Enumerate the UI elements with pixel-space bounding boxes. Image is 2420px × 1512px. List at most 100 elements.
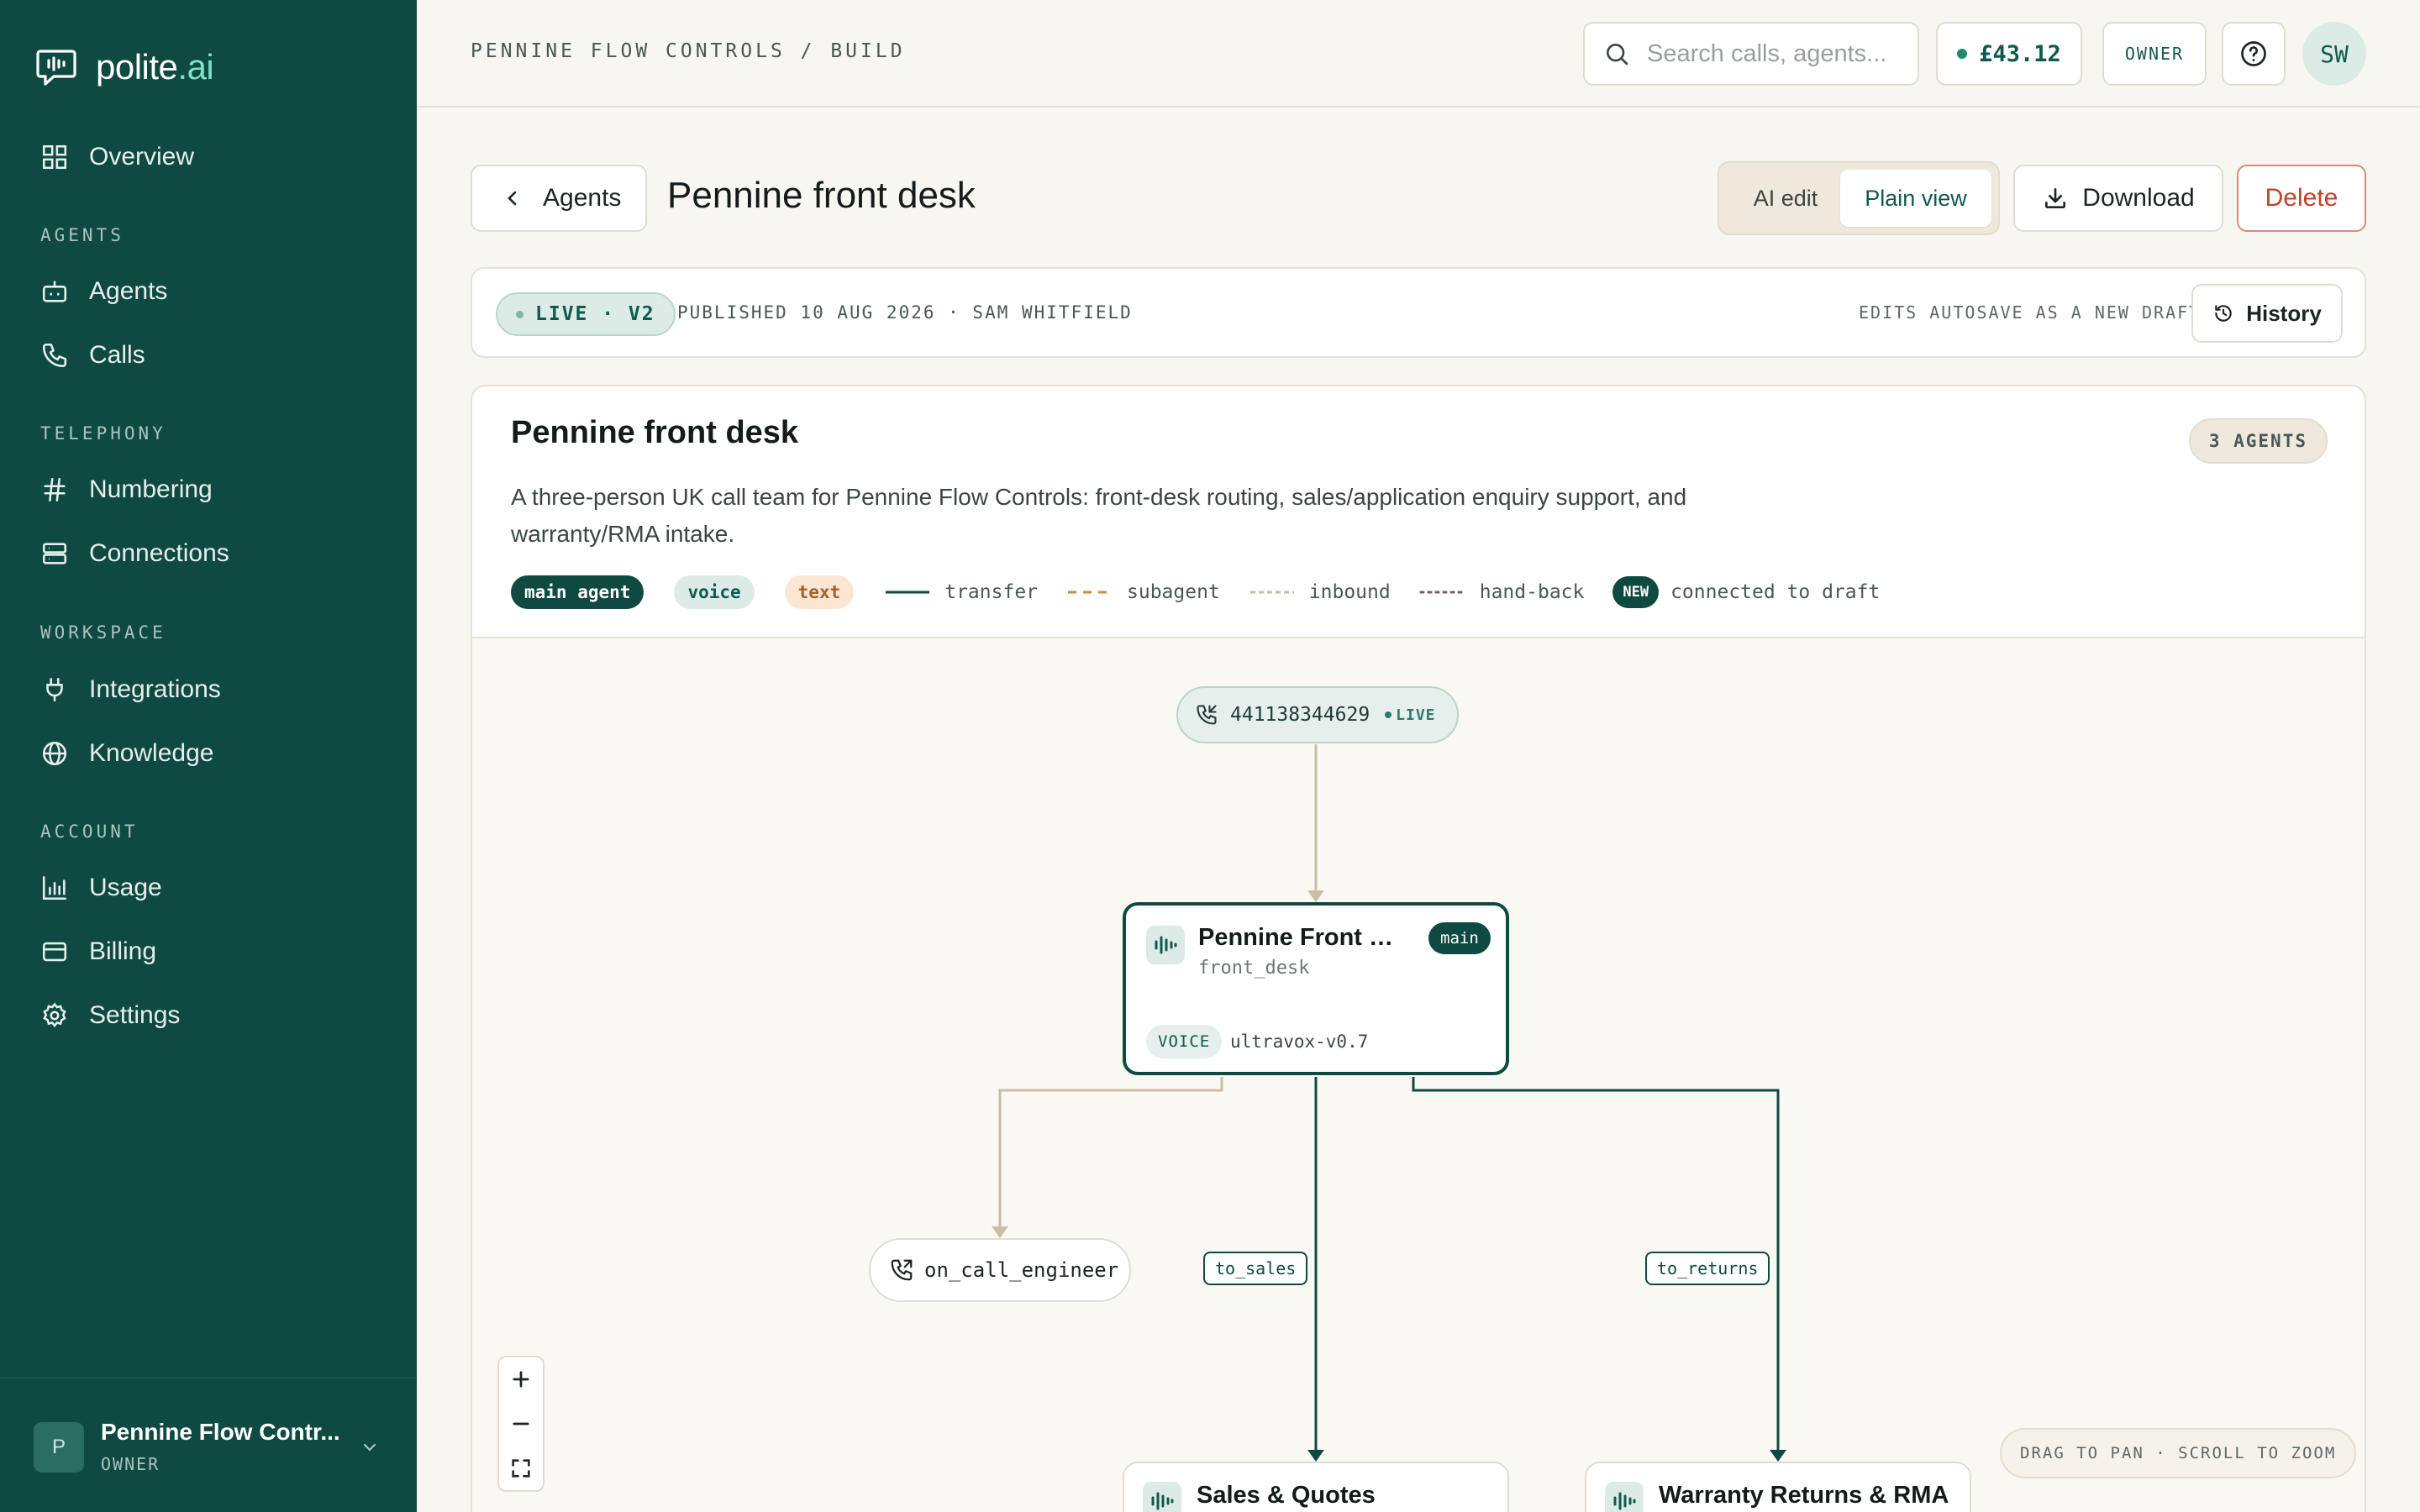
legend-hand-back: hand-back bbox=[1419, 581, 1584, 603]
delete-button[interactable]: Delete bbox=[2237, 165, 2366, 232]
canvas-hint: DRAG TO PAN · SCROLL TO ZOOM bbox=[2000, 1428, 2357, 1478]
fullscreen-icon bbox=[512, 1459, 530, 1478]
download-button[interactable]: Download bbox=[2013, 165, 2223, 232]
download-icon bbox=[2045, 188, 2066, 208]
legend-text: text bbox=[784, 575, 855, 609]
team-title: Pennine front desk bbox=[511, 415, 799, 450]
sidebar-item-connections[interactable]: Connections bbox=[20, 526, 397, 581]
phone-number: 441138344629 bbox=[1230, 704, 1370, 726]
live-version-label: LIVE · V2 bbox=[535, 303, 655, 325]
section-heading-workspace: WORKSPACE bbox=[40, 622, 166, 643]
status-dot bbox=[516, 310, 523, 318]
edge-label-to-returns[interactable]: to_returns bbox=[1645, 1252, 1770, 1285]
sidebar-item-integrations[interactable]: Integrations bbox=[20, 662, 397, 717]
phone-number-node[interactable]: 441138344629 LIVE bbox=[1176, 686, 1459, 743]
graph-edges bbox=[992, 744, 1786, 1462]
robot-icon bbox=[42, 281, 67, 302]
fit-view-button[interactable] bbox=[499, 1446, 543, 1490]
help-circle-icon bbox=[2241, 41, 2266, 66]
plug-icon bbox=[46, 677, 63, 702]
bar-chart-icon bbox=[42, 875, 67, 900]
back-button-label: Agents bbox=[543, 184, 622, 212]
org-switcher[interactable]: P Pennine Flow Contr... OWNER bbox=[0, 1378, 417, 1512]
edge-arrow bbox=[1307, 1450, 1324, 1462]
minus-icon bbox=[513, 1422, 529, 1425]
zoom-out-button[interactable] bbox=[499, 1402, 543, 1446]
grid-icon bbox=[42, 144, 67, 170]
phone-outgoing-icon bbox=[891, 1259, 913, 1281]
graph-legend: main agent voice text transfer subagent … bbox=[511, 575, 1880, 610]
top-bar: PENNINE FLOW CONTROLS / BUILD £43.12 OWN… bbox=[417, 0, 2420, 108]
section-heading-agents: AGENTS bbox=[40, 225, 124, 245]
main-agent-node[interactable]: Pennine Front De... front_desk main VOIC… bbox=[1123, 902, 1509, 1075]
published-info: PUBLISHED 10 AUG 2026 · SAM WHITFIELD bbox=[677, 302, 1133, 323]
legend-subagent: subagent bbox=[1066, 581, 1220, 603]
section-heading-telephony: TELEPHONY bbox=[40, 423, 166, 444]
ai-edit-tab[interactable]: AI edit bbox=[1731, 170, 1840, 227]
agent-slug: front_desk bbox=[1198, 958, 1310, 979]
sidebar-item-overview[interactable]: Overview bbox=[20, 129, 397, 185]
edge-arrow bbox=[1770, 1450, 1786, 1462]
agent-name: Pennine Front De... bbox=[1198, 924, 1408, 951]
phone-live-status: LIVE bbox=[1385, 706, 1435, 724]
sidebar-item-knowledge[interactable]: Knowledge bbox=[20, 726, 397, 781]
sidebar-item-label: Numbering bbox=[89, 475, 213, 503]
escalation-node[interactable]: on_call_engineer bbox=[869, 1238, 1131, 1302]
agent-graph-canvas[interactable]: 441138344629 LIVE Pennine Front De... fr… bbox=[472, 637, 2365, 1512]
balance-value: £43.12 bbox=[1979, 40, 2061, 67]
sidebar-item-label: Billing bbox=[89, 937, 157, 965]
dashed-line-icon bbox=[1249, 591, 1294, 594]
agent-name: Sales & Quotes bbox=[1197, 1482, 1376, 1509]
brand-name: polite.ai bbox=[96, 47, 214, 87]
version-status-bar: LIVE · V2 PUBLISHED 10 AUG 2026 · SAM WH… bbox=[471, 267, 2366, 358]
legend-inbound: inbound bbox=[1249, 581, 1391, 603]
gear-icon bbox=[43, 1002, 66, 1028]
live-version-badge: LIVE · V2 bbox=[496, 292, 676, 336]
sidebar-item-agents[interactable]: Agents bbox=[20, 264, 397, 319]
sidebar: polite.ai Overview AGENTS Agents Calls T… bbox=[0, 0, 417, 1512]
sidebar-item-numbering[interactable]: Numbering bbox=[20, 462, 397, 517]
phone-icon bbox=[42, 343, 67, 368]
user-avatar[interactable]: SW bbox=[2302, 22, 2366, 86]
plain-view-tab[interactable]: Plain view bbox=[1840, 170, 1991, 227]
history-button-label: History bbox=[2246, 300, 2322, 326]
edge-arrow bbox=[992, 1226, 1008, 1238]
view-mode-toggle: AI edit Plain view bbox=[1718, 161, 2000, 235]
subagent-node-sales[interactable]: Sales & Quotes bbox=[1123, 1462, 1509, 1512]
subagent-node-returns[interactable]: Warranty Returns & RMA bbox=[1585, 1462, 1971, 1512]
server-icon bbox=[42, 543, 67, 564]
help-button[interactable] bbox=[2222, 22, 2286, 86]
sidebar-item-settings[interactable]: Settings bbox=[20, 988, 397, 1043]
balance-pill[interactable]: £43.12 bbox=[1936, 22, 2082, 86]
edge-arrow bbox=[1307, 890, 1324, 902]
zoom-in-button[interactable] bbox=[499, 1357, 543, 1401]
hash-icon bbox=[44, 477, 66, 502]
back-to-agents-button[interactable]: Agents bbox=[471, 165, 647, 232]
sidebar-item-label: Integrations bbox=[89, 675, 221, 703]
search-icon bbox=[1607, 44, 1628, 66]
escalation-label: on_call_engineer bbox=[924, 1258, 1119, 1282]
chat-bubble-waveform-icon bbox=[36, 50, 76, 86]
sidebar-item-calls[interactable]: Calls bbox=[20, 328, 397, 383]
dotted-line-icon bbox=[1419, 591, 1466, 594]
legend-voice: voice bbox=[674, 575, 755, 609]
brand-logo[interactable]: polite.ai bbox=[35, 44, 214, 91]
plus-icon bbox=[513, 1371, 529, 1388]
edge-escalation bbox=[998, 1077, 1223, 1226]
globe-icon bbox=[42, 741, 67, 766]
edge-label-to-sales[interactable]: to_sales bbox=[1203, 1252, 1308, 1285]
sidebar-item-billing[interactable]: Billing bbox=[20, 924, 397, 979]
search-box[interactable] bbox=[1583, 22, 1919, 86]
dashed-line-icon bbox=[1068, 591, 1113, 594]
download-button-label: Download bbox=[2082, 184, 2195, 212]
legend-new-label: connected to draft bbox=[1670, 581, 1881, 603]
page-title: Pennine front desk bbox=[667, 175, 976, 216]
agent-model: ultravox-v0.7 bbox=[1230, 1032, 1369, 1052]
solid-line-icon bbox=[886, 591, 930, 594]
search-input[interactable] bbox=[1647, 39, 1899, 68]
sidebar-item-usage[interactable]: Usage bbox=[20, 860, 397, 916]
history-button[interactable]: History bbox=[2191, 284, 2343, 343]
legend-transfer: transfer bbox=[884, 581, 1038, 603]
agent-count-badge: 3 AGENTS bbox=[2188, 418, 2328, 464]
waveform-icon bbox=[1605, 1482, 1644, 1512]
